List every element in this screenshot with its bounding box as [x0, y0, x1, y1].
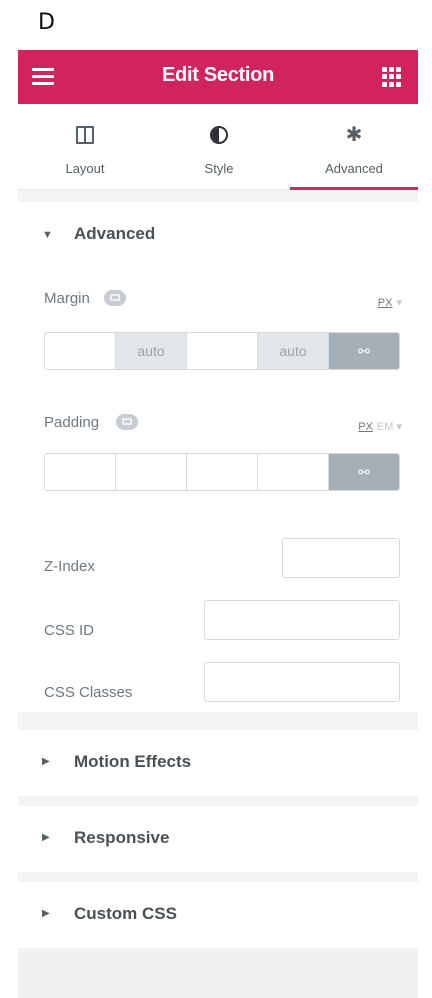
- padding-unit-px[interactable]: PX: [358, 421, 373, 433]
- responsive-section-header[interactable]: ▶ Responsive: [18, 806, 418, 872]
- half-circle-icon: [210, 126, 228, 144]
- responsive-device-icon[interactable]: [104, 290, 126, 306]
- margin-top-input[interactable]: [45, 333, 116, 369]
- advanced-section-title: Advanced: [74, 224, 156, 243]
- padding-right-input[interactable]: [116, 454, 187, 490]
- gear-icon: ✱: [345, 124, 363, 146]
- corner-letter: D: [38, 10, 55, 35]
- responsive-title: Responsive: [74, 828, 170, 847]
- panel-header: Edit Section: [18, 50, 418, 104]
- tab-layout[interactable]: Layout: [18, 104, 152, 190]
- padding-top-input[interactable]: [45, 454, 116, 490]
- link-icon[interactable]: ⚯: [329, 454, 399, 490]
- padding-label: Padding: [44, 414, 100, 431]
- advanced-section: ▼ Advanced Margin PX ▾ auto auto ⚯ Paddin…: [18, 202, 418, 712]
- panel-footer-space: [18, 952, 418, 998]
- link-icon[interactable]: ⚯: [329, 333, 399, 369]
- css-classes-label: CSS Classes: [44, 684, 133, 701]
- margin-inputs: auto auto ⚯: [44, 332, 400, 370]
- tab-style[interactable]: Style: [152, 104, 286, 190]
- caret-right-icon: ▶: [42, 756, 50, 767]
- tab-advanced-label: Advanced: [325, 161, 383, 176]
- css-id-label: CSS ID: [44, 622, 95, 639]
- padding-left-input[interactable]: [258, 454, 329, 490]
- motion-effects-section-header[interactable]: ▶ Motion Effects: [18, 730, 418, 796]
- grid-icon[interactable]: [382, 67, 402, 87]
- caret-right-icon: ▶: [42, 908, 50, 919]
- css-id-input[interactable]: [204, 600, 400, 640]
- motion-effects-title: Motion Effects: [74, 752, 192, 771]
- advanced-section-header[interactable]: ▼ Advanced: [18, 202, 418, 268]
- margin-right-input[interactable]: auto: [116, 333, 187, 369]
- padding-unit-em[interactable]: EM: [377, 421, 394, 433]
- layout-columns-icon: [76, 126, 94, 144]
- panel-tabs: Layout Style ✱ Advanced: [18, 104, 418, 190]
- custom-css-section-header[interactable]: ▶ Custom CSS: [18, 882, 418, 948]
- panel-title: Edit Section: [162, 64, 274, 86]
- padding-bottom-input[interactable]: [187, 454, 258, 490]
- css-classes-input[interactable]: [204, 662, 400, 702]
- margin-left-input[interactable]: auto: [258, 333, 329, 369]
- responsive-device-icon[interactable]: [116, 414, 138, 430]
- margin-units[interactable]: PX ▾: [378, 296, 402, 309]
- margin-unit-px[interactable]: PX: [378, 297, 393, 309]
- tab-layout-label: Layout: [65, 161, 105, 176]
- caret-down-icon: ▼: [42, 229, 53, 241]
- custom-css-title: Custom CSS: [74, 904, 177, 923]
- padding-units[interactable]: PX EM ▾: [358, 420, 402, 433]
- tab-style-label: Style: [204, 161, 234, 176]
- tab-advanced[interactable]: ✱ Advanced: [290, 104, 418, 190]
- z-index-label: Z-Index: [44, 558, 95, 575]
- padding-inputs: ⚯: [44, 453, 400, 491]
- panel-body: ▼ Advanced Margin PX ▾ auto auto ⚯ Paddin…: [18, 190, 418, 998]
- z-index-input[interactable]: [282, 538, 400, 578]
- margin-bottom-input[interactable]: [187, 333, 258, 369]
- margin-label: Margin: [44, 290, 90, 307]
- caret-right-icon: ▶: [42, 832, 50, 843]
